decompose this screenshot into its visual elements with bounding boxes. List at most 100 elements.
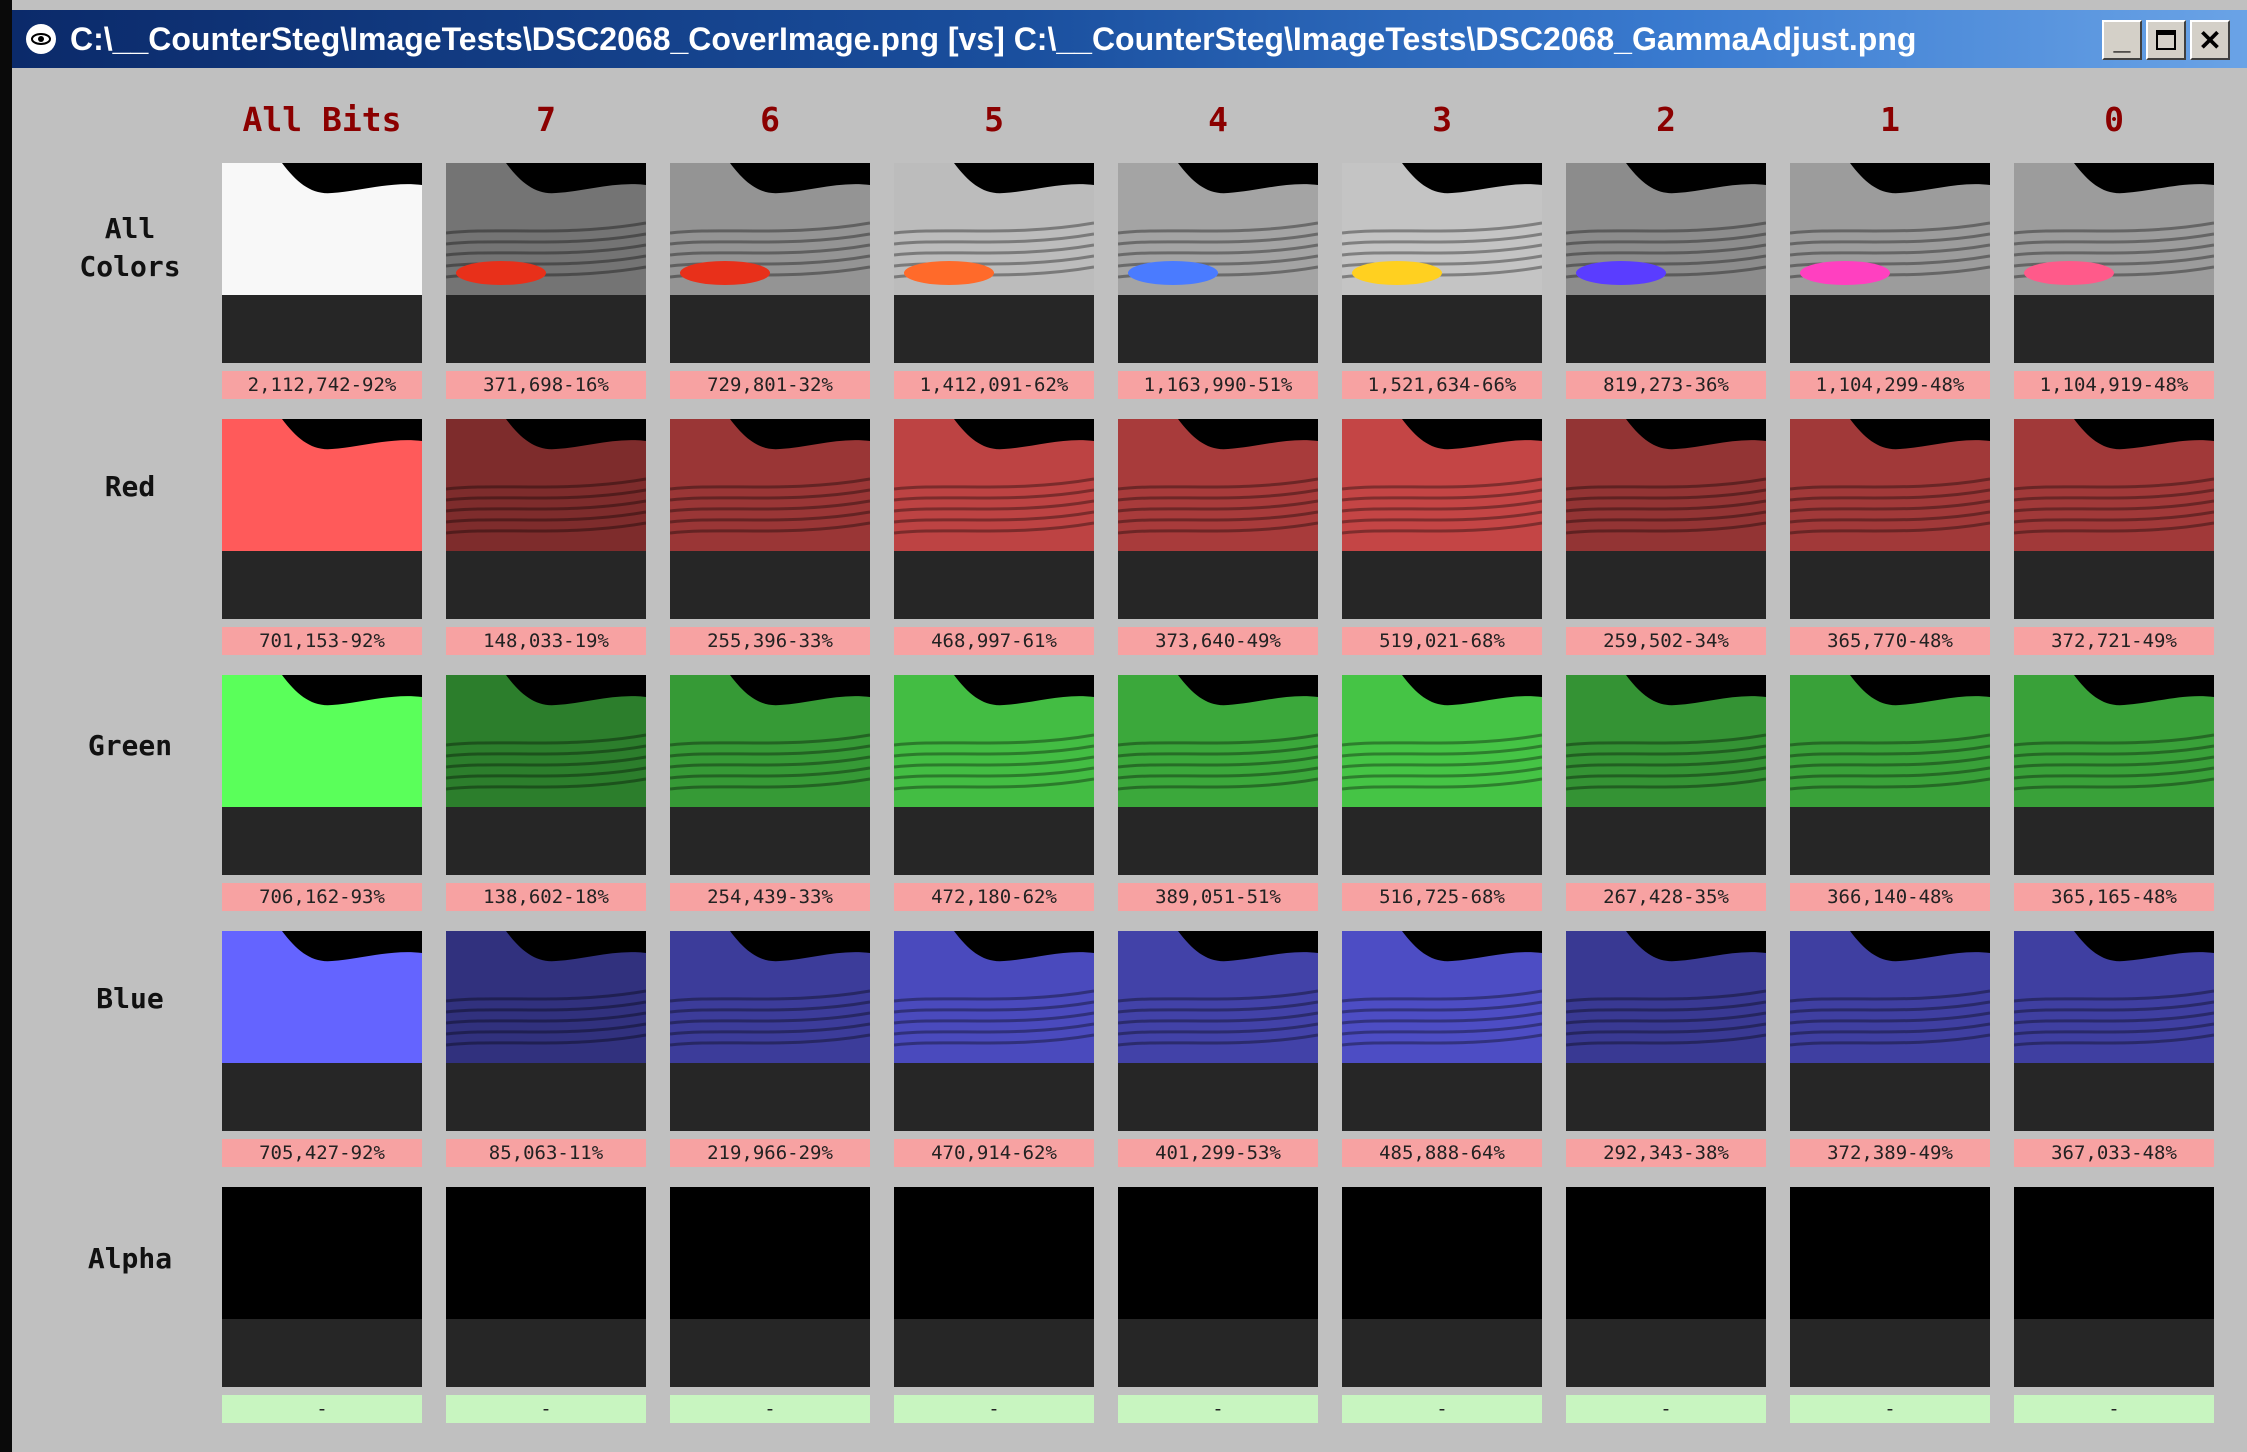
bitplane-thumbnail <box>1118 419 1318 551</box>
bitplane-thumbnail <box>2014 419 2214 551</box>
bitplane-thumbnail <box>2014 1187 2214 1319</box>
bitplane-thumbnail <box>1566 931 1766 1063</box>
bitplane-stat: - <box>222 1395 422 1423</box>
bitplane-thumbnail <box>1566 163 1766 295</box>
column-header-bit-4: 4 <box>1208 100 1228 139</box>
bitplane-cell[interactable] <box>894 163 1094 363</box>
bitplane-stat: 255,396-33% <box>670 627 870 655</box>
bitplane-thumbnail <box>1342 931 1542 1063</box>
column-header-bit-2: 2 <box>1656 100 1676 139</box>
bitplane-stat: 371,698-16% <box>446 371 646 399</box>
bitplane-cell[interactable] <box>1790 931 1990 1131</box>
bitplane-cell[interactable] <box>894 419 1094 619</box>
bitplane-stat: 367,033-48% <box>2014 1139 2214 1167</box>
bitplane-stat: 389,051-51% <box>1118 883 1318 911</box>
maximize-button[interactable] <box>2146 20 2186 60</box>
column-header-bit-5: 5 <box>984 100 1004 139</box>
bitplane-thumbnail <box>446 419 646 551</box>
bitplane-cell[interactable] <box>2014 931 2214 1131</box>
bitplane-cell[interactable] <box>1790 419 1990 619</box>
bitplane-cell[interactable] <box>1342 163 1542 363</box>
bitplane-cell[interactable] <box>1342 1187 1542 1387</box>
app-icon <box>26 24 56 54</box>
bitplane-cell[interactable] <box>670 931 870 1131</box>
bitplane-cell[interactable] <box>1790 1187 1990 1387</box>
bitplane-stat: - <box>1342 1395 1542 1423</box>
close-button[interactable]: ✕ <box>2190 20 2230 60</box>
bitplane-cell[interactable] <box>1342 931 1542 1131</box>
bitplane-stat: 729,801-32% <box>670 371 870 399</box>
bitplane-thumbnail <box>670 419 870 551</box>
bitplane-thumbnail <box>446 931 646 1063</box>
bitplane-stat: 254,439-33% <box>670 883 870 911</box>
bitplane-thumbnail <box>222 675 422 807</box>
bitplane-cell[interactable] <box>1566 1187 1766 1387</box>
bitplane-stat: 373,640-49% <box>1118 627 1318 655</box>
bitplane-cell[interactable] <box>222 163 422 363</box>
bitplane-cell[interactable] <box>894 1187 1094 1387</box>
column-header-bit-0: 0 <box>2104 100 2124 139</box>
bitplane-stat: - <box>670 1395 870 1423</box>
title-bar[interactable]: C:\__CounterSteg\ImageTests\DSC2068_Cove… <box>12 10 2247 68</box>
bitplane-thumbnail <box>2014 931 2214 1063</box>
bitplane-stat: 372,389-49% <box>1790 1139 1990 1167</box>
bitplane-cell[interactable] <box>894 931 1094 1131</box>
bitplane-thumbnail <box>1790 163 1990 295</box>
bitplane-cell[interactable] <box>446 931 646 1131</box>
bitplane-cell[interactable] <box>2014 419 2214 619</box>
bitplane-thumbnail <box>1566 675 1766 807</box>
bitplane-cell[interactable] <box>2014 675 2214 875</box>
maximize-icon <box>2156 30 2176 50</box>
bitplane-cell[interactable] <box>2014 163 2214 363</box>
bitplane-stat: - <box>1118 1395 1318 1423</box>
bitplane-cell[interactable] <box>1566 931 1766 1131</box>
bitplane-cell[interactable] <box>670 419 870 619</box>
bitplane-stat: 1,163,990-51% <box>1118 371 1318 399</box>
bitplane-cell[interactable] <box>1118 675 1318 875</box>
bitplane-cell[interactable] <box>894 675 1094 875</box>
bitplane-cell[interactable] <box>446 1187 646 1387</box>
bitplane-stat: 259,502-34% <box>1566 627 1766 655</box>
bitplane-cell[interactable] <box>1342 675 1542 875</box>
column-header-bit-7: 7 <box>536 100 556 139</box>
bitplane-stat: 819,273-36% <box>1566 371 1766 399</box>
bitplane-cell[interactable] <box>2014 1187 2214 1387</box>
bitplane-stat: 706,162-93% <box>222 883 422 911</box>
bitplane-thumbnail <box>1790 419 1990 551</box>
bitplane-cell[interactable] <box>446 163 646 363</box>
bitplane-thumbnail <box>222 163 422 295</box>
bitplane-cell[interactable] <box>222 1187 422 1387</box>
bitplane-stat: - <box>1566 1395 1766 1423</box>
bitplane-stat: 372,721-49% <box>2014 627 2214 655</box>
bitplane-cell[interactable] <box>670 675 870 875</box>
minimize-button[interactable]: _ <box>2102 20 2142 60</box>
bitplane-stat: 1,521,634-66% <box>1342 371 1542 399</box>
bitplane-cell[interactable] <box>1118 163 1318 363</box>
bitplane-stat: 148,033-19% <box>446 627 646 655</box>
bitplane-cell[interactable] <box>446 419 646 619</box>
bitplane-stat: 516,725-68% <box>1342 883 1542 911</box>
bitplane-stat: 138,602-18% <box>446 883 646 911</box>
bitplane-cell[interactable] <box>1118 1187 1318 1387</box>
bitplane-cell[interactable] <box>222 931 422 1131</box>
bitplane-cell[interactable] <box>1118 931 1318 1131</box>
bitplane-cell[interactable] <box>1790 163 1990 363</box>
bitplane-cell[interactable] <box>222 419 422 619</box>
bitplane-cell[interactable] <box>446 675 646 875</box>
bitplane-thumbnail <box>1790 931 1990 1063</box>
bitplane-cell[interactable] <box>1118 419 1318 619</box>
bitplane-stat: - <box>2014 1395 2214 1423</box>
bitplane-stat: 366,140-48% <box>1790 883 1990 911</box>
bitplane-cell[interactable] <box>1566 419 1766 619</box>
bitplane-thumbnail <box>2014 675 2214 807</box>
bitplane-cell[interactable] <box>222 675 422 875</box>
bitplane-cell[interactable] <box>1566 163 1766 363</box>
bitplane-cell[interactable] <box>1342 419 1542 619</box>
row-label-blue: Blue <box>96 982 164 1015</box>
bitplane-cell[interactable] <box>1566 675 1766 875</box>
bitplane-cell[interactable] <box>670 163 870 363</box>
row-label-green: Green <box>87 729 173 762</box>
bitplane-cell[interactable] <box>1790 675 1990 875</box>
bitplane-cell[interactable] <box>670 1187 870 1387</box>
bitplane-thumbnail <box>222 1187 422 1319</box>
